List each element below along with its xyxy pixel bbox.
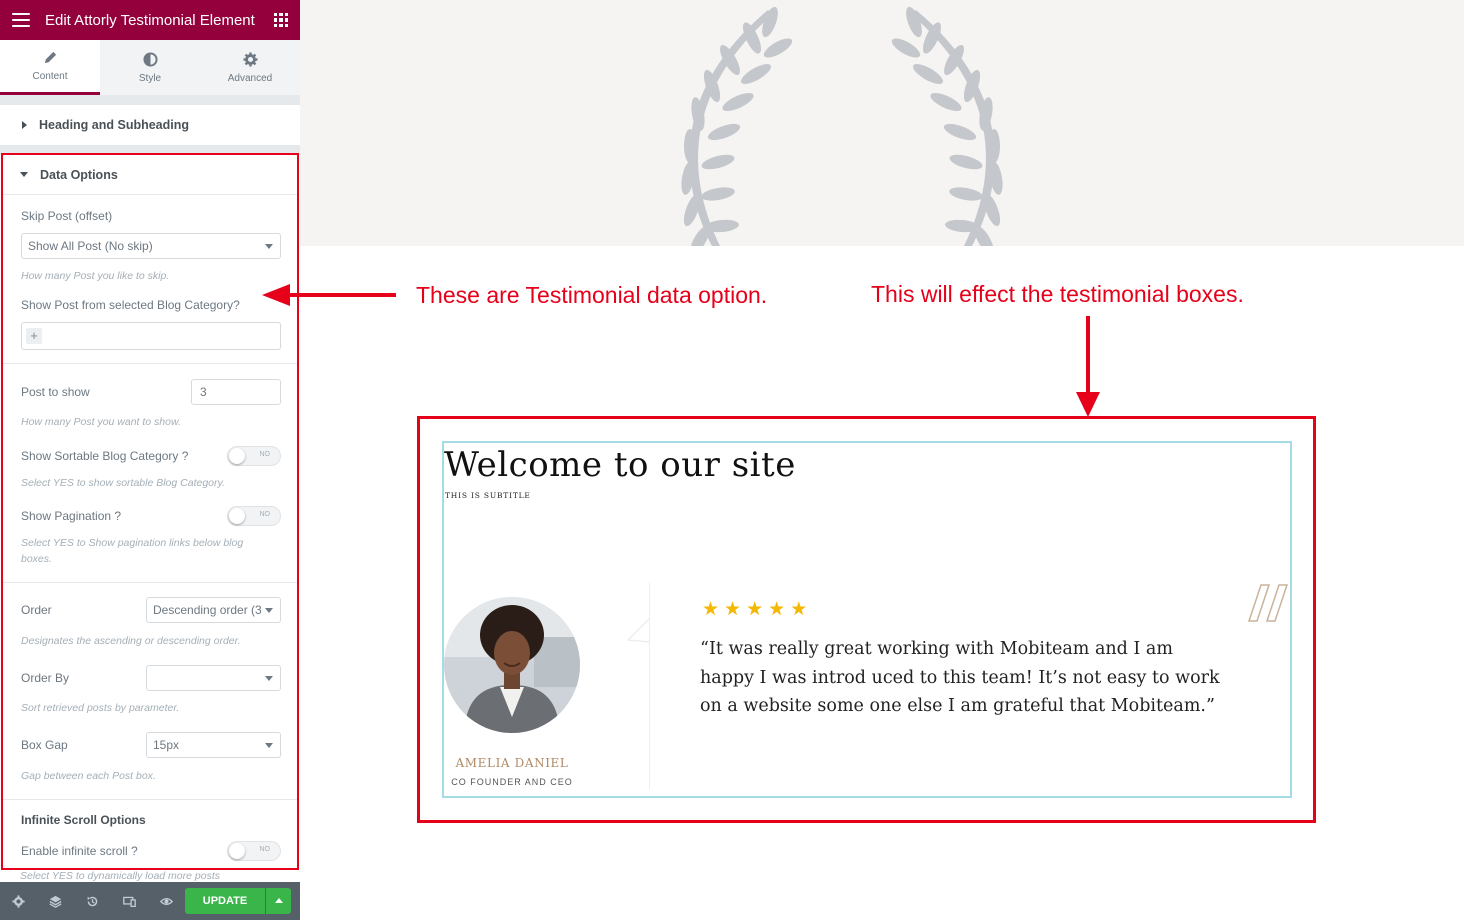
update-options-button[interactable] bbox=[266, 888, 291, 914]
divider bbox=[3, 363, 297, 364]
section-heading-subheading[interactable]: Heading and Subheading bbox=[0, 105, 300, 145]
panel-header: Edit Attorly Testimonial Element bbox=[0, 0, 300, 40]
pagination-toggle[interactable]: NO bbox=[227, 506, 281, 526]
layers-icon bbox=[49, 895, 62, 908]
post-to-show-label: Post to show bbox=[21, 385, 90, 399]
contrast-icon bbox=[142, 51, 158, 67]
box-gap-desc: Gap between each Post box. bbox=[21, 770, 156, 782]
star-icon: ★ bbox=[724, 599, 742, 620]
sortable-desc: Select YES to show sortable Blog Categor… bbox=[21, 477, 225, 489]
star-icon: ★ bbox=[768, 599, 786, 620]
toggle-state: NO bbox=[259, 451, 271, 458]
box-gap-label: Box Gap bbox=[21, 738, 68, 752]
panel-separator bbox=[0, 95, 300, 105]
preview-icon bbox=[160, 897, 173, 905]
settings-button[interactable] bbox=[0, 882, 37, 920]
box-gap-select[interactable]: 15px bbox=[146, 732, 281, 758]
quote-mark-icon bbox=[1247, 584, 1289, 622]
add-category-icon[interactable]: + bbox=[26, 328, 42, 344]
testimonial-subtitle: This is subtitle bbox=[445, 491, 531, 500]
star-icon: ★ bbox=[702, 599, 720, 620]
toggle-state: NO bbox=[259, 511, 271, 518]
testimonial-box[interactable]: Welcome to our site This is subtitle Ame… bbox=[442, 441, 1292, 798]
avatar bbox=[444, 597, 580, 733]
testimonial-author-name: Amelia Daniel bbox=[455, 756, 569, 770]
order-by-label: Order By bbox=[21, 671, 70, 685]
data-options-header[interactable]: Data Options bbox=[3, 155, 297, 195]
tab-advanced[interactable]: Advanced bbox=[200, 40, 300, 95]
tab-content-label: Content bbox=[32, 71, 68, 82]
testimonial-author-role: Co Founder and CEO bbox=[451, 777, 573, 787]
sortable-label: Show Sortable Blog Category ? bbox=[21, 449, 189, 463]
divider bbox=[3, 799, 297, 800]
speech-pointer-icon bbox=[628, 618, 651, 643]
toggle-knob bbox=[229, 843, 245, 859]
infinite-scroll-label: Enable infinite scroll ? bbox=[21, 844, 138, 858]
infinite-scroll-desc: Select YES to dynamically load more post… bbox=[20, 870, 220, 882]
navigator-button[interactable] bbox=[37, 882, 74, 920]
post-to-show-desc: How many Post you want to show. bbox=[21, 416, 181, 428]
responsive-button[interactable] bbox=[111, 882, 148, 920]
hero-section bbox=[300, 0, 1464, 246]
category-multiselect[interactable]: + bbox=[21, 322, 281, 350]
responsive-icon bbox=[123, 896, 136, 907]
post-to-show-input[interactable]: 3 bbox=[191, 379, 281, 405]
divider bbox=[3, 582, 297, 583]
panel-title: Edit Attorly Testimonial Element bbox=[45, 11, 255, 29]
arrow-down-icon bbox=[1076, 316, 1100, 417]
panel-footer: UPDATE bbox=[0, 882, 300, 920]
annotation-right: This will effect the testimonial boxes. bbox=[871, 281, 1244, 307]
infinite-scroll-toggle[interactable]: NO bbox=[227, 841, 281, 861]
sortable-toggle[interactable]: NO bbox=[227, 446, 281, 466]
order-label: Order bbox=[21, 603, 52, 617]
caret-right-icon bbox=[22, 121, 27, 129]
category-label: Show Post from selected Blog Category? bbox=[21, 298, 240, 312]
data-options-label: Data Options bbox=[40, 167, 118, 182]
order-by-desc: Sort retrieved posts by parameter. bbox=[21, 702, 180, 714]
annotation-left: These are Testimonial data option. bbox=[416, 282, 768, 308]
update-button[interactable]: UPDATE bbox=[185, 888, 265, 914]
laurel-wreath-icon bbox=[681, 6, 1003, 246]
pagination-desc: Select YES to Show pagination links belo… bbox=[21, 537, 244, 565]
testimonial-quote: “It was really great working with Mobite… bbox=[700, 639, 1220, 716]
gear-icon bbox=[242, 51, 258, 67]
testimonial-heading: Welcome to our site bbox=[444, 445, 796, 485]
star-icon: ★ bbox=[790, 599, 808, 620]
rating-stars: ★ ★ ★ ★ ★ bbox=[702, 600, 807, 619]
order-select[interactable]: Descending order (3 bbox=[146, 597, 281, 623]
preview-button[interactable] bbox=[148, 882, 185, 920]
tab-style-label: Style bbox=[138, 72, 162, 84]
arrow-left-icon bbox=[262, 284, 396, 306]
infinite-scroll-heading: Infinite Scroll Options bbox=[21, 813, 146, 827]
editor-panel: Edit Attorly Testimonial Element Content… bbox=[0, 0, 300, 920]
section-heading-label: Heading and Subheading bbox=[39, 118, 190, 132]
testimonial-divider bbox=[649, 583, 650, 789]
settings-icon bbox=[12, 894, 25, 908]
order-desc: Designates the ascending or descending o… bbox=[21, 635, 241, 647]
widgets-grid-icon[interactable] bbox=[274, 13, 288, 27]
toggle-state: NO bbox=[259, 846, 271, 853]
history-icon bbox=[87, 896, 98, 906]
section-data-options: Data Options Skip Post (offset) Show All… bbox=[1, 153, 299, 870]
pencil-icon bbox=[44, 51, 56, 64]
person-photo-icon bbox=[444, 597, 580, 733]
menu-icon[interactable] bbox=[12, 13, 30, 27]
toggle-knob bbox=[229, 448, 245, 464]
history-button[interactable] bbox=[74, 882, 111, 920]
panel-tabs: Content Style Advanced bbox=[0, 40, 300, 95]
pagination-label: Show Pagination ? bbox=[21, 509, 122, 523]
caret-down-icon bbox=[20, 172, 28, 177]
tab-advanced-label: Advanced bbox=[227, 72, 273, 84]
skip-post-desc: How many Post you like to skip. bbox=[21, 270, 170, 282]
skip-post-label: Skip Post (offset) bbox=[21, 209, 113, 223]
tab-style[interactable]: Style bbox=[100, 40, 200, 95]
order-by-select[interactable] bbox=[146, 665, 281, 691]
toggle-knob bbox=[229, 508, 245, 524]
star-icon: ★ bbox=[746, 599, 764, 620]
skip-post-select[interactable]: Show All Post (No skip) bbox=[21, 233, 281, 259]
tab-content[interactable]: Content bbox=[0, 40, 100, 95]
